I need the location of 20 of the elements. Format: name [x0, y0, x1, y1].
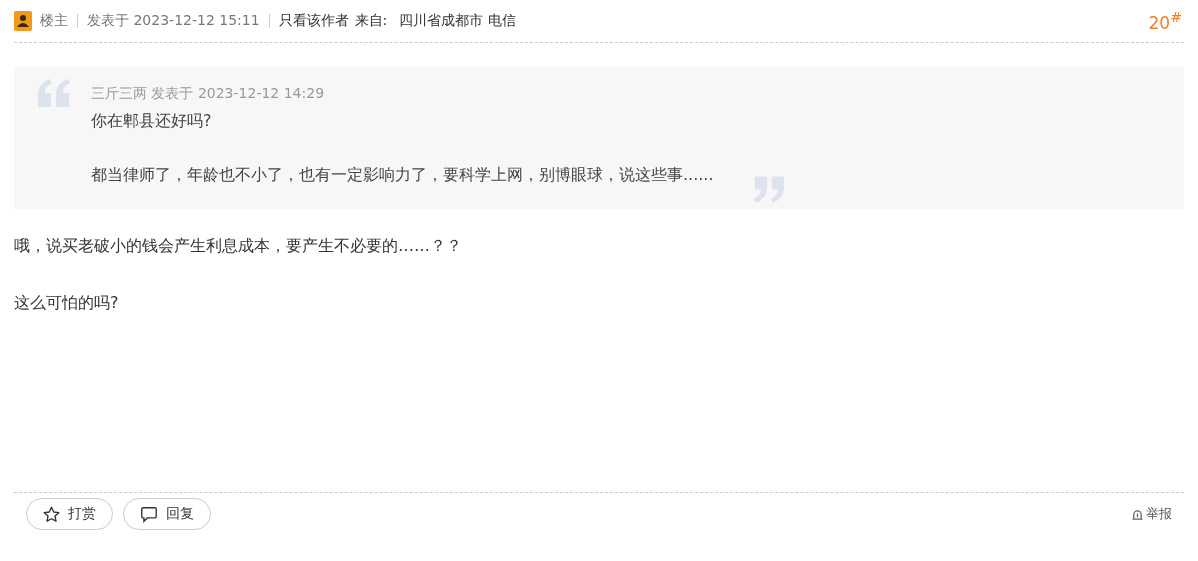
author-only-link[interactable]: 只看该作者: [278, 12, 349, 30]
role-label: 楼主: [40, 12, 68, 30]
floor-number: 20$^{#}$: [1148, 9, 1182, 33]
quote-text: 你在郫县还好吗?: [91, 110, 213, 132]
star-icon: [43, 505, 60, 523]
open-quote-icon: [38, 79, 70, 107]
post-text: 哦，说买老破小的钱会产生利息成本，要产生不必要的……？？: [14, 235, 463, 257]
post-text: 这么可怕的吗?: [14, 292, 120, 314]
comment-icon: [140, 505, 158, 523]
post-time: 发表于 2023-12-12 15:11: [87, 12, 260, 30]
reply-button[interactable]: 回复: [123, 498, 211, 530]
quote-meta: 三斤三两 发表于 2023-12-12 14:29: [91, 85, 326, 103]
quote-text: 都当律师了，年龄也不小了，也有一定影响力了，要科学上网，别博眼球，说这些事......: [91, 164, 714, 186]
user-badge-icon: [14, 11, 32, 31]
report-link[interactable]: 举报: [1131, 505, 1172, 523]
alert-icon: [1131, 507, 1144, 521]
reward-button[interactable]: 打赏: [26, 498, 113, 530]
location-text: 四川省成都市 电信: [399, 12, 516, 30]
from-label: 来自:: [354, 12, 388, 30]
close-quote-icon: [753, 176, 784, 203]
